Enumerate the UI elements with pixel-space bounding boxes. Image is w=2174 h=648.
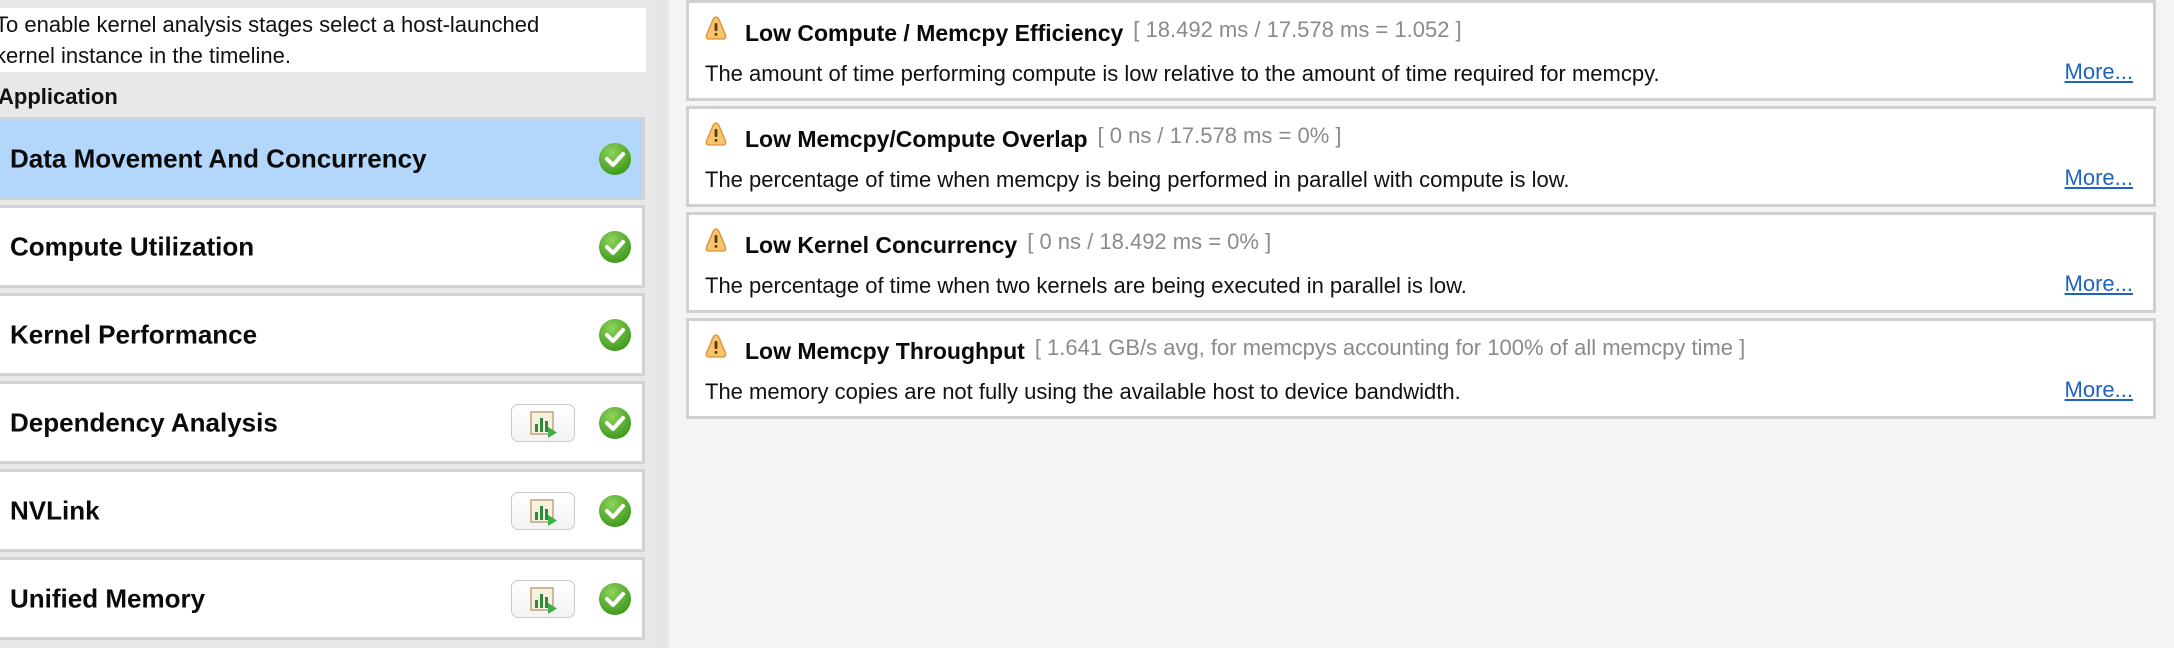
stage-label: Unified Memory — [10, 583, 206, 613]
bar-chart-run-icon — [530, 410, 557, 438]
analysis-stages-panel: To enable kernel analysis stages select … — [0, 0, 656, 648]
hint-line-1: To enable kernel analysis stages select … — [0, 12, 540, 37]
more-link[interactable]: More... — [2065, 59, 2133, 85]
stage-label: NVLink — [10, 495, 100, 525]
check-circle-icon — [599, 494, 631, 527]
result-title: Low Kernel Concurrency [ 0 ns / 18.492 ms… — [745, 229, 1272, 259]
result-metric: [ 0 ns / 18.492 ms = 0% ] — [1027, 229, 1272, 254]
more-link[interactable]: More... — [2065, 377, 2133, 403]
stage-compute-utilization[interactable]: Compute Utilization — [0, 205, 645, 288]
result-title-text: Low Memcpy/Compute Overlap — [745, 126, 1088, 152]
run-analysis-chart-button[interactable] — [511, 403, 575, 442]
check-circle-icon — [599, 230, 631, 263]
stage-kernel-performance[interactable]: Kernel Performance — [0, 293, 645, 376]
more-link[interactable]: More... — [2065, 271, 2133, 297]
result-title: Low Memcpy Throughput [ 1.641 GB/s avg, f… — [745, 335, 1746, 365]
check-circle-icon — [599, 406, 631, 439]
stage-label: Compute Utilization — [10, 231, 255, 261]
bar-chart-run-icon — [530, 498, 557, 526]
bar-chart-run-icon — [530, 586, 557, 614]
kernel-analysis-hint: To enable kernel analysis stages select … — [0, 8, 646, 72]
result-metric: [ 0 ns / 17.578 ms = 0% ] — [1097, 123, 1342, 148]
result-card: Low Memcpy/Compute Overlap [ 0 ns / 17.57… — [686, 106, 2156, 207]
panel-splitter[interactable] — [656, 0, 669, 648]
result-metric: [ 1.641 GB/s avg, for memcpys accounting… — [1034, 335, 1746, 360]
analysis-results-panel: Low Compute / Memcpy Efficiency [ 18.492 … — [669, 0, 2174, 648]
stage-nvlink[interactable]: NVLink — [0, 469, 645, 552]
stage-unified-memory[interactable]: Unified Memory — [0, 557, 645, 640]
stage-dependency-analysis[interactable]: Dependency Analysis — [0, 381, 645, 464]
result-title-text: Low Compute / Memcpy Efficiency — [745, 20, 1124, 46]
result-description: The memory copies are not fully using th… — [705, 379, 1461, 404]
hint-line-2: kernel instance in the timeline. — [0, 43, 291, 68]
result-description: The percentage of time when memcpy is be… — [705, 167, 1570, 192]
result-title: Low Compute / Memcpy Efficiency [ 18.492 … — [745, 17, 1462, 47]
result-metric: [ 18.492 ms / 17.578 ms = 1.052 ] — [1133, 17, 1462, 42]
warning-icon — [705, 122, 727, 146]
warning-icon — [705, 228, 727, 252]
result-title: Low Memcpy/Compute Overlap [ 0 ns / 17.57… — [745, 123, 1342, 153]
result-card: Low Memcpy Throughput [ 1.641 GB/s avg, f… — [686, 318, 2156, 419]
run-analysis-chart-button[interactable] — [511, 491, 575, 530]
stage-label: Kernel Performance — [10, 319, 258, 349]
more-link[interactable]: More... — [2065, 165, 2133, 191]
stage-label: Dependency Analysis — [10, 407, 278, 437]
run-analysis-chart-button[interactable] — [511, 579, 575, 618]
section-label-application: Application — [0, 84, 118, 109]
stage-data-movement-and-concurrency[interactable]: Data Movement And Concurrency — [0, 117, 645, 200]
result-card: Low Kernel Concurrency [ 0 ns / 18.492 ms… — [686, 212, 2156, 313]
analysis-view: To enable kernel analysis stages select … — [0, 0, 2174, 648]
warning-icon — [705, 334, 727, 358]
result-description: The percentage of time when two kernels … — [705, 273, 1467, 298]
result-title-text: Low Memcpy Throughput — [745, 338, 1025, 364]
check-circle-icon — [599, 142, 631, 175]
result-card: Low Compute / Memcpy Efficiency [ 18.492 … — [686, 0, 2156, 101]
result-description: The amount of time performing compute is… — [705, 61, 1660, 86]
check-circle-icon — [599, 318, 631, 351]
stage-label: Data Movement And Concurrency — [10, 143, 427, 173]
result-title-text: Low Kernel Concurrency — [745, 232, 1018, 258]
warning-icon — [705, 16, 727, 40]
check-circle-icon — [599, 582, 631, 615]
